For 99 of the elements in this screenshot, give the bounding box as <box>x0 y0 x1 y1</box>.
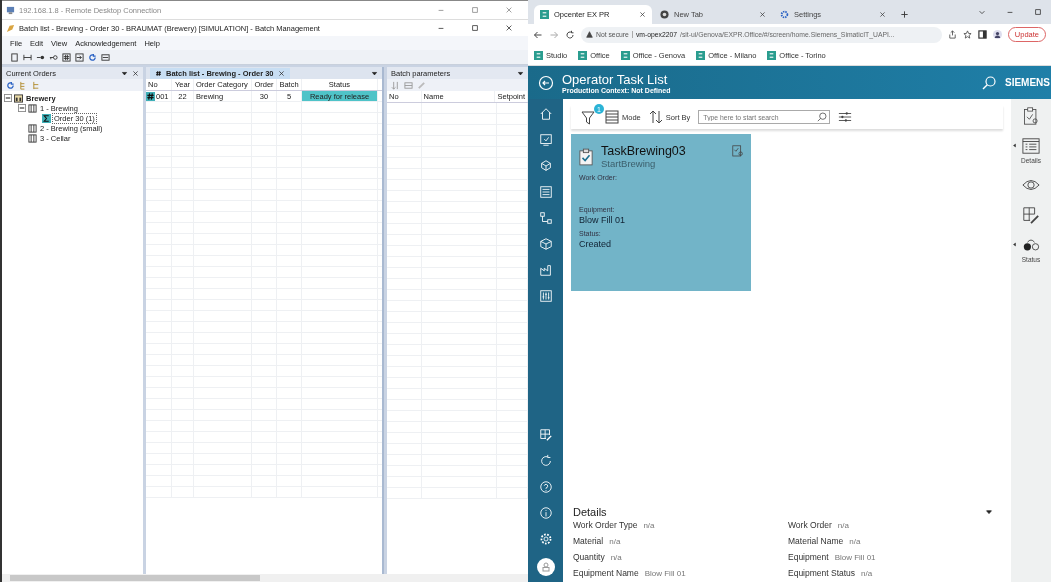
cube-icon[interactable] <box>538 237 553 251</box>
maximize-button[interactable] <box>1034 8 1042 16</box>
dropdown-icon[interactable] <box>121 69 128 77</box>
field-value: n/a <box>609 537 621 546</box>
help-icon[interactable] <box>538 480 553 494</box>
profile-icon[interactable] <box>992 30 1002 39</box>
connect-icon[interactable] <box>23 52 32 62</box>
columns-icon[interactable] <box>101 52 110 62</box>
close-icon[interactable] <box>879 11 886 18</box>
field-value: n/a <box>849 537 861 546</box>
refresh-icon[interactable] <box>88 52 97 62</box>
document-icon[interactable] <box>538 185 553 199</box>
site-logo-icon <box>620 50 630 60</box>
new-tab-button[interactable] <box>900 10 909 19</box>
close-icon[interactable] <box>759 11 766 18</box>
clipboard-check-icon <box>579 148 593 166</box>
list-icon <box>605 110 619 124</box>
field-label: Work Order <box>788 520 832 530</box>
home-icon[interactable] <box>538 107 553 121</box>
close-button[interactable] <box>505 24 513 32</box>
star-icon[interactable] <box>962 30 972 39</box>
factory-icon <box>14 93 23 103</box>
field-value: Blow Fill 01 <box>644 569 686 578</box>
row-marker-icon <box>146 91 155 101</box>
gear-icon <box>780 10 789 19</box>
side-panel-icon[interactable] <box>977 30 987 39</box>
tank-icon <box>28 133 37 143</box>
task-title: TaskBrewing03 <box>601 144 687 158</box>
field-value: n/a <box>837 521 849 530</box>
app-icon <box>6 23 15 33</box>
dropdown-icon[interactable] <box>517 69 524 77</box>
warning-icon <box>586 31 593 38</box>
tank-icon <box>28 123 37 133</box>
clipboard-gear-icon[interactable] <box>732 144 743 157</box>
field-value: n/a <box>861 569 873 578</box>
close-icon[interactable] <box>277 69 285 77</box>
refresh-icon[interactable] <box>6 80 15 90</box>
field-label: Material Name <box>788 536 844 546</box>
refresh-icon[interactable] <box>538 454 553 468</box>
site-logo-icon <box>540 10 549 19</box>
book-icon[interactable] <box>10 52 19 62</box>
hash-icon[interactable] <box>62 52 71 62</box>
field-label: Work Order Type <box>573 520 638 530</box>
site-logo-icon <box>534 50 543 60</box>
sort-icon <box>648 110 663 124</box>
clipboard-check-icon[interactable] <box>1022 107 1040 125</box>
factory-icon[interactable] <box>538 263 553 277</box>
site-logo-icon <box>767 50 777 60</box>
field-label: Equipment <box>788 552 829 562</box>
horizontal-scrollbar[interactable] <box>2 574 528 582</box>
grid-edit-icon[interactable] <box>538 428 553 442</box>
caret-icon[interactable] <box>1012 143 1017 148</box>
site-logo-icon <box>578 50 588 60</box>
filter-icon[interactable] <box>581 109 597 125</box>
collapse-caret-icon[interactable] <box>985 508 993 516</box>
computer-icon <box>6 5 15 15</box>
settings-icon[interactable] <box>538 532 553 546</box>
dropdown-icon[interactable] <box>371 69 378 77</box>
sliders-icon[interactable] <box>538 289 553 303</box>
section-title: Details <box>573 506 607 518</box>
export-icon[interactable] <box>75 52 84 62</box>
back-icon[interactable] <box>533 29 543 40</box>
key-icon[interactable] <box>49 52 58 62</box>
field-label: Material <box>573 536 604 546</box>
field-label: Quantity <box>573 552 605 562</box>
expander-icon[interactable] <box>4 94 12 102</box>
caret-icon[interactable] <box>1012 242 1017 247</box>
close-icon[interactable] <box>132 69 139 77</box>
expander-icon[interactable] <box>18 104 26 112</box>
site-logo-icon <box>696 50 706 60</box>
field-value: Blow Fill 01 <box>834 553 876 562</box>
monitor-icon[interactable] <box>538 133 553 147</box>
field-label: Equipment Status <box>788 568 856 578</box>
close-icon[interactable] <box>639 11 646 18</box>
search-icon[interactable] <box>981 74 997 91</box>
page-title: Operator Task List <box>562 71 669 87</box>
maximize-button[interactable] <box>471 24 479 32</box>
search-icon[interactable] <box>817 112 828 122</box>
hierarchy-icon[interactable] <box>538 211 553 225</box>
tank-icon <box>28 103 37 113</box>
field-value: Created <box>579 239 613 249</box>
share-icon[interactable] <box>947 30 957 39</box>
field-value: n/a <box>610 553 622 562</box>
task-subtitle: StartBrewing <box>601 158 657 169</box>
info-icon[interactable] <box>538 506 553 520</box>
list-icon[interactable] <box>1022 137 1040 155</box>
browser-logo-icon <box>660 10 669 19</box>
grid-edit-icon[interactable] <box>1022 206 1040 224</box>
user-avatar-icon[interactable] <box>536 558 555 576</box>
reload-icon[interactable] <box>565 29 575 40</box>
brand-logo: SIEMENS <box>1005 77 1051 88</box>
field-label: Equipment Name <box>573 568 639 578</box>
hash-icon <box>155 69 162 77</box>
sum-icon <box>42 113 51 123</box>
filter-settings-icon[interactable] <box>838 110 853 124</box>
field-value: Blow Fill 01 <box>579 215 626 225</box>
back-circle-icon[interactable] <box>538 74 554 91</box>
field-value: n/a <box>643 521 655 530</box>
cube-stack-icon[interactable] <box>538 159 553 173</box>
